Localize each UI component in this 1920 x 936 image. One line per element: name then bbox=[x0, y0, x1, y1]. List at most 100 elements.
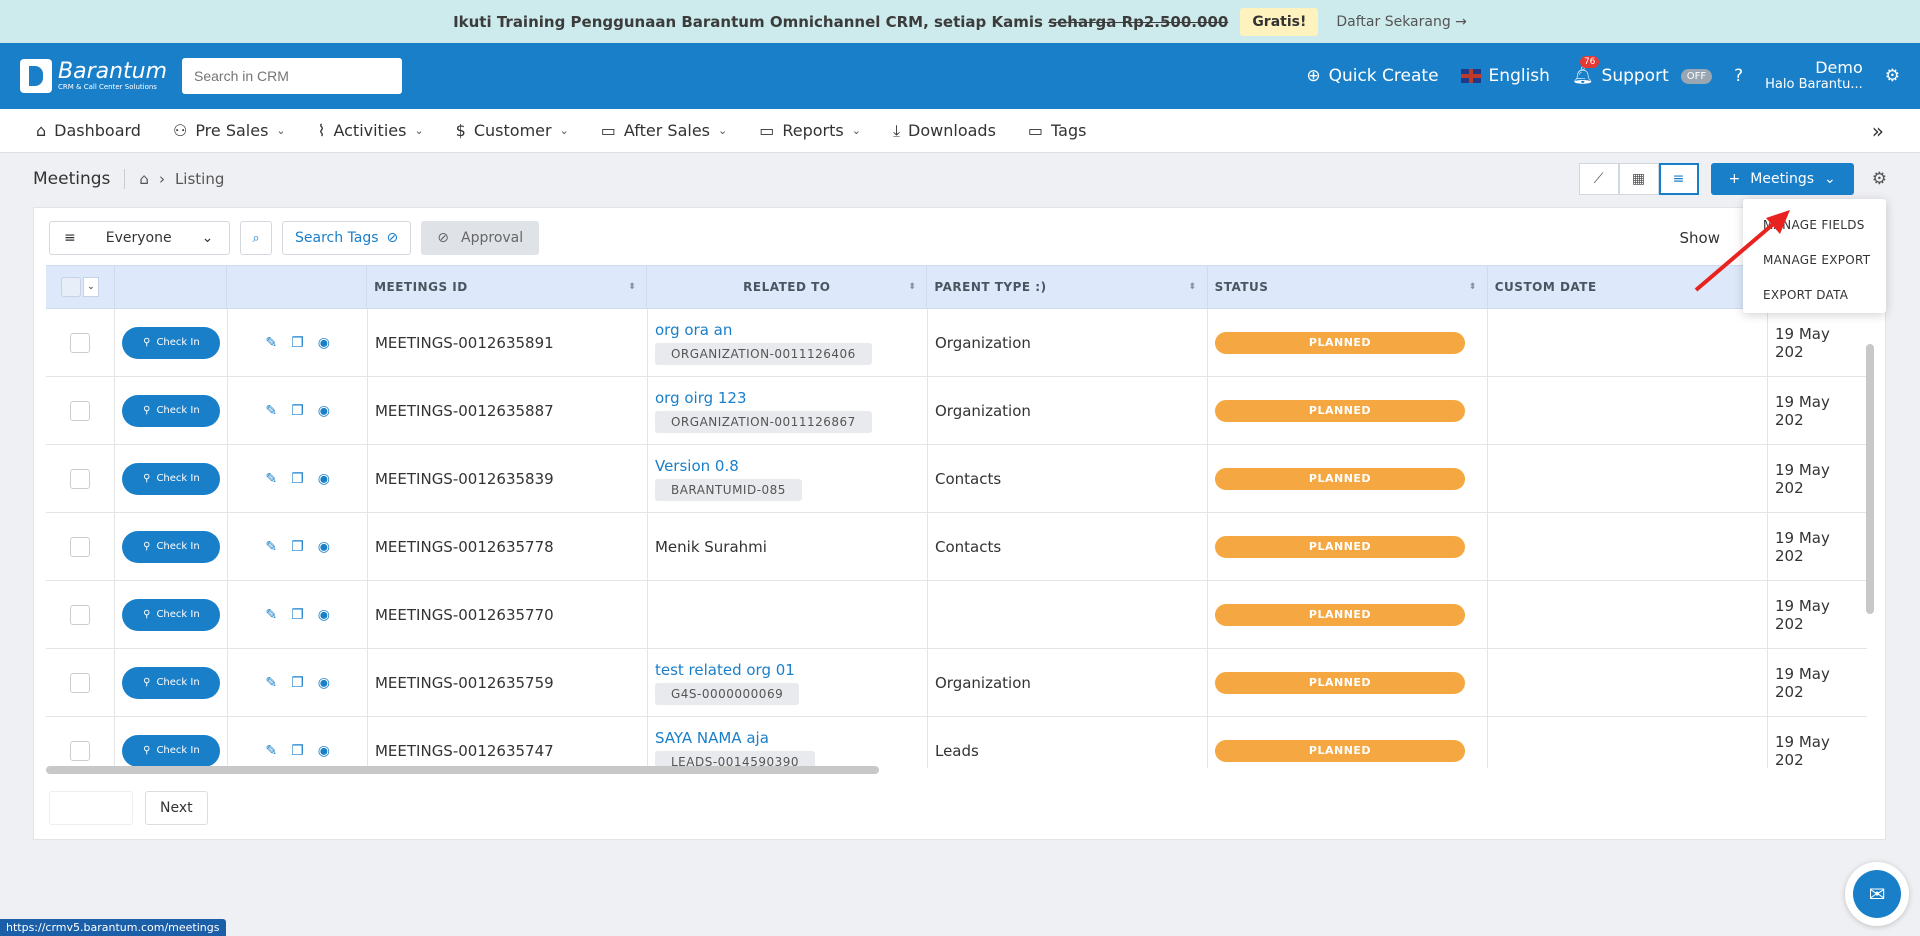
edit-icon[interactable]: ✎ bbox=[265, 403, 277, 419]
row-checkbox[interactable] bbox=[70, 468, 91, 489]
view-eye-icon[interactable]: ◉ bbox=[318, 539, 330, 555]
bell-icon[interactable]: 🔔︎ 76 bbox=[1572, 56, 1600, 86]
list-view-button[interactable]: ≡ bbox=[1658, 163, 1699, 195]
related-link[interactable]: org oirg 123 bbox=[655, 389, 747, 407]
row-checkbox[interactable] bbox=[70, 604, 91, 625]
check-in-button[interactable]: ⚲ Check In bbox=[122, 394, 221, 427]
table-row[interactable]: ⚲ Check In ✎ ❐ ◉ MEETINGS-0012635887 org oi… bbox=[46, 377, 1867, 445]
edit-icon[interactable]: ✎ bbox=[265, 471, 277, 487]
col-header-meetings-id[interactable]: MEETINGS ID ⬍ bbox=[367, 266, 648, 308]
calendar-view-button[interactable]: ▦ bbox=[1618, 163, 1659, 195]
view-eye-icon[interactable]: ◉ bbox=[318, 335, 330, 351]
edit-icon[interactable]: ✎ bbox=[265, 743, 277, 759]
custom-date bbox=[1488, 309, 1768, 376]
approval-label: Approval bbox=[461, 230, 524, 246]
support-toggle[interactable]: 🔔︎ 76 Support OFF bbox=[1572, 56, 1713, 86]
table-row[interactable]: ⚲ Check In ✎ ❐ ◉ MEETINGS-0012635891 org or… bbox=[46, 309, 1867, 377]
col-header-status[interactable]: STATUS ⬍ bbox=[1208, 266, 1488, 308]
chart-view-button[interactable]: ⟋ bbox=[1578, 163, 1619, 195]
sort-icon[interactable]: ⬍ bbox=[628, 282, 636, 292]
row-checkbox[interactable] bbox=[70, 672, 91, 693]
table-row[interactable]: ⚲ Check In ✎ ❐ ◉ MEETINGS-0012635759 test r… bbox=[46, 649, 1867, 717]
nav-item-tags[interactable]: ▭ Tags bbox=[1028, 121, 1087, 140]
table-row[interactable]: ⚲ Check In ✎ ❐ ◉ MEETINGS-0012635770 PLANNE… bbox=[46, 581, 1867, 649]
sort-icon[interactable]: ⬍ bbox=[1189, 282, 1197, 292]
related-link[interactable]: test related org 01 bbox=[655, 661, 795, 679]
approval-button[interactable]: ⊘ Approval bbox=[421, 221, 540, 255]
sort-icon[interactable]: ⬍ bbox=[908, 282, 916, 292]
table-row[interactable]: ⚲ Check In ✎ ❐ ◉ MEETINGS-0012635747 SAYA N… bbox=[46, 717, 1867, 768]
duplicate-icon[interactable]: ❐ bbox=[291, 403, 304, 419]
search-button[interactable]: ⌕ bbox=[240, 221, 272, 255]
duplicate-icon[interactable]: ❐ bbox=[291, 743, 304, 759]
list-settings-gear-icon[interactable]: ⚙ bbox=[1872, 169, 1887, 189]
nav-item-after-sales[interactable]: ▭ After Sales ⌄ bbox=[601, 121, 727, 140]
meeting-id: MEETINGS-0012635747 bbox=[368, 717, 648, 768]
home-icon[interactable]: ⌂ bbox=[139, 170, 149, 188]
nav-item-downloads[interactable]: ⤓ Downloads bbox=[893, 121, 996, 141]
view-eye-icon[interactable]: ◉ bbox=[318, 607, 330, 623]
row-checkbox[interactable] bbox=[70, 332, 91, 353]
search-tags-button[interactable]: Search Tags ⊘ bbox=[282, 221, 412, 255]
header-label: STATUS bbox=[1214, 280, 1269, 294]
view-eye-icon[interactable]: ◉ bbox=[318, 403, 330, 419]
nav-item-customer[interactable]: $ Customer ⌄ bbox=[456, 121, 569, 140]
horizontal-scrollbar[interactable] bbox=[46, 766, 879, 774]
row-checkbox[interactable] bbox=[70, 740, 91, 761]
checkbox[interactable] bbox=[61, 277, 82, 297]
prev-page-button[interactable] bbox=[49, 791, 133, 825]
row-checkbox[interactable] bbox=[70, 536, 91, 557]
status-badge: PLANNED bbox=[1214, 535, 1465, 558]
related-link[interactable]: org ora an bbox=[655, 321, 732, 339]
edit-icon[interactable]: ✎ bbox=[265, 539, 277, 555]
edit-icon[interactable]: ✎ bbox=[265, 675, 277, 691]
promo-register-link[interactable]: Daftar Sekarang → bbox=[1336, 14, 1467, 30]
vertical-scrollbar[interactable] bbox=[1866, 344, 1874, 614]
logo[interactable]: Barantum CRM & Call Center Solutions bbox=[20, 59, 182, 93]
check-in-button[interactable]: ⚲ Check In bbox=[122, 598, 221, 631]
check-in-button[interactable]: ⚲ Check In bbox=[122, 462, 221, 495]
table-row[interactable]: ⚲ Check In ✎ ❐ ◉ MEETINGS-0012635839 Versio… bbox=[46, 445, 1867, 513]
related-link[interactable]: Version 0.8 bbox=[655, 457, 739, 475]
view-eye-icon[interactable]: ◉ bbox=[318, 675, 330, 691]
settings-gear-icon[interactable]: ⚙ bbox=[1885, 66, 1900, 86]
add-meeting-button[interactable]: + Meetings ⌄ bbox=[1710, 163, 1854, 195]
check-in-button[interactable]: ⚲ Check In bbox=[122, 530, 221, 563]
assignee-filter-select[interactable]: ≡ Everyone ⌄ bbox=[49, 221, 230, 255]
check-in-button[interactable]: ⚲ Check In bbox=[122, 734, 221, 767]
help-icon[interactable]: ? bbox=[1734, 66, 1743, 86]
duplicate-icon[interactable]: ❐ bbox=[291, 471, 304, 487]
edit-icon[interactable]: ✎ bbox=[265, 335, 277, 351]
chat-widget-button[interactable]: ✉ bbox=[1845, 862, 1909, 926]
quick-create-button[interactable]: ⊕ Quick Create bbox=[1306, 66, 1438, 86]
sort-icon[interactable]: ⬍ bbox=[1469, 282, 1477, 292]
user-menu[interactable]: Demo Halo Barantu... bbox=[1765, 59, 1863, 93]
chevron-down-icon: ⌄ bbox=[559, 124, 569, 137]
duplicate-icon[interactable]: ❐ bbox=[291, 335, 304, 351]
view-eye-icon[interactable]: ◉ bbox=[318, 743, 330, 759]
support-toggle-state[interactable]: OFF bbox=[1680, 68, 1713, 84]
chevron-down-icon[interactable]: ⌄ bbox=[83, 277, 100, 297]
next-page-button[interactable]: Next bbox=[145, 791, 208, 825]
duplicate-icon[interactable]: ❐ bbox=[291, 675, 304, 691]
duplicate-icon[interactable]: ❐ bbox=[291, 607, 304, 623]
table-row[interactable]: ⚲ Check In ✎ ❐ ◉ MEETINGS-0012635778 Menik … bbox=[46, 513, 1867, 581]
search-crm-input[interactable] bbox=[182, 58, 402, 94]
related-link[interactable]: SAYA NAMA aja bbox=[655, 729, 769, 747]
col-header-related-to[interactable]: RELATED TO ⬍ bbox=[647, 266, 928, 308]
parent-type: Organization bbox=[928, 649, 1208, 716]
nav-item-pre-sales[interactable]: ⚇ Pre Sales ⌄ bbox=[173, 121, 286, 140]
edit-icon[interactable]: ✎ bbox=[265, 607, 277, 623]
view-eye-icon[interactable]: ◉ bbox=[318, 471, 330, 487]
duplicate-icon[interactable]: ❐ bbox=[291, 539, 304, 555]
language-selector[interactable]: English bbox=[1460, 66, 1550, 86]
col-header-parent-type[interactable]: PARENT TYPE :) ⬍ bbox=[927, 266, 1208, 308]
check-in-button[interactable]: ⚲ Check In bbox=[122, 326, 221, 359]
row-checkbox[interactable] bbox=[70, 400, 91, 421]
double-chevron-right-icon[interactable]: » bbox=[1872, 119, 1884, 143]
nav-item-dashboard[interactable]: ⌂ Dashboard bbox=[36, 121, 141, 140]
nav-item-reports[interactable]: ▭ Reports ⌄ bbox=[759, 121, 861, 140]
select-all-checkbox[interactable]: ⌄ bbox=[61, 277, 100, 297]
check-in-button[interactable]: ⚲ Check In bbox=[122, 666, 221, 699]
nav-item-activities[interactable]: ⌇ Activities ⌄ bbox=[318, 121, 424, 140]
